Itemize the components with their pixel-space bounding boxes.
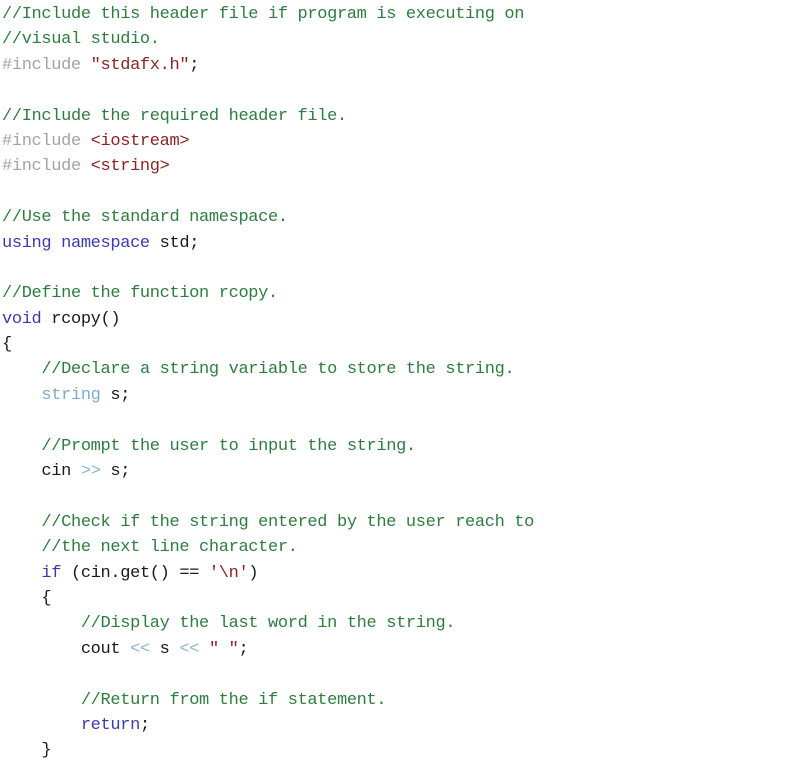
code-token-comment: //Display the last word in the string.: [80, 614, 456, 634]
code-token-comment: //Prompt the user to input the string.: [41, 436, 416, 456]
code-line: {: [2, 332, 800, 357]
code-line: //Define the function rcopy.: [2, 281, 800, 306]
code-line: //Display the last word in the string.: [2, 611, 800, 636]
code-token-string: '\n': [208, 563, 249, 583]
code-token-operator: <<: [179, 639, 200, 659]
code-line: //visual studio.: [2, 27, 800, 52]
code-token-plain: s;: [100, 385, 131, 405]
code-token-keyword: if: [41, 563, 62, 583]
code-token-plain: cout: [80, 639, 131, 659]
code-token-comment: //the next line character.: [41, 538, 298, 558]
code-line: if (cin.get() == '\n'): [2, 561, 800, 586]
code-token-string: "stdafx.h": [90, 55, 190, 75]
code-token-operator: >>: [80, 462, 101, 482]
code-line: }: [2, 738, 800, 763]
code-token-plain: ): [248, 563, 259, 583]
code-token-plain: {: [41, 588, 52, 608]
code-token-plain: (cin.get() ==: [61, 563, 209, 583]
code-token-punct: ;: [238, 639, 249, 659]
code-line: //Check if the string entered by the use…: [2, 510, 800, 535]
code-token-punct: ;: [139, 715, 150, 735]
code-token-operator: <<: [130, 639, 150, 659]
code-line: //Include this header file if program is…: [2, 2, 800, 27]
code-token-string: <string>: [90, 157, 170, 177]
code-token-plain: std;: [149, 233, 200, 253]
code-token-comment: //Include the required header file.: [2, 106, 347, 126]
code-token-comment: //Return from the if statement.: [80, 690, 387, 710]
code-line: {: [2, 586, 800, 611]
code-token-plain: s;: [100, 462, 131, 482]
code-line: #include "stdafx.h";: [2, 53, 800, 78]
code-token-keyword: using namespace: [2, 233, 150, 253]
code-token-pre: #include: [2, 131, 91, 151]
code-line: //Declare a string variable to store the…: [2, 357, 800, 382]
code-token-string: <iostream>: [90, 131, 190, 151]
code-token-keyword: return: [80, 715, 140, 735]
code-listing: //Include this header file if program is…: [0, 0, 800, 764]
code-token-keyword: void: [2, 309, 42, 329]
code-token-comment: //Use the standard namespace.: [2, 208, 288, 228]
code-line: #include <iostream>: [2, 129, 800, 154]
code-line: //Return from the if statement.: [2, 688, 800, 713]
code-token-plain: }: [41, 741, 52, 761]
code-token-plain: rcopy(): [41, 309, 121, 329]
code-line: //the next line character.: [2, 535, 800, 560]
code-token-comment: //visual studio.: [2, 30, 160, 50]
code-token-plain: s: [149, 639, 180, 659]
code-line: void rcopy(): [2, 307, 800, 332]
code-token-pre: #include: [2, 55, 91, 75]
code-token-comment: //Define the function rcopy.: [2, 284, 278, 304]
code-line: using namespace std;: [2, 231, 800, 256]
code-line: cin >> s;: [2, 459, 800, 484]
code-line: //Include the required header file.: [2, 104, 800, 129]
code-line: //Use the standard namespace.: [2, 205, 800, 230]
code-line: //Prompt the user to input the string.: [2, 434, 800, 459]
code-line: return;: [2, 713, 800, 738]
code-token-comment: //Declare a string variable to store the…: [41, 360, 515, 380]
code-token-type: string: [41, 385, 101, 405]
code-token-plain: {: [2, 335, 12, 355]
code-line: string s;: [2, 383, 800, 408]
code-token-plain: cin: [41, 462, 81, 482]
code-token-string: " ": [208, 639, 239, 659]
code-token-comment: //Include this header file if program is…: [2, 5, 525, 24]
code-line: #include <string>: [2, 154, 800, 179]
code-token-pre: #include: [2, 157, 91, 177]
code-token-comment: //Check if the string entered by the use…: [41, 512, 535, 532]
code-token-punct: ;: [189, 55, 200, 75]
code-line: cout << s << " ";: [2, 637, 800, 662]
